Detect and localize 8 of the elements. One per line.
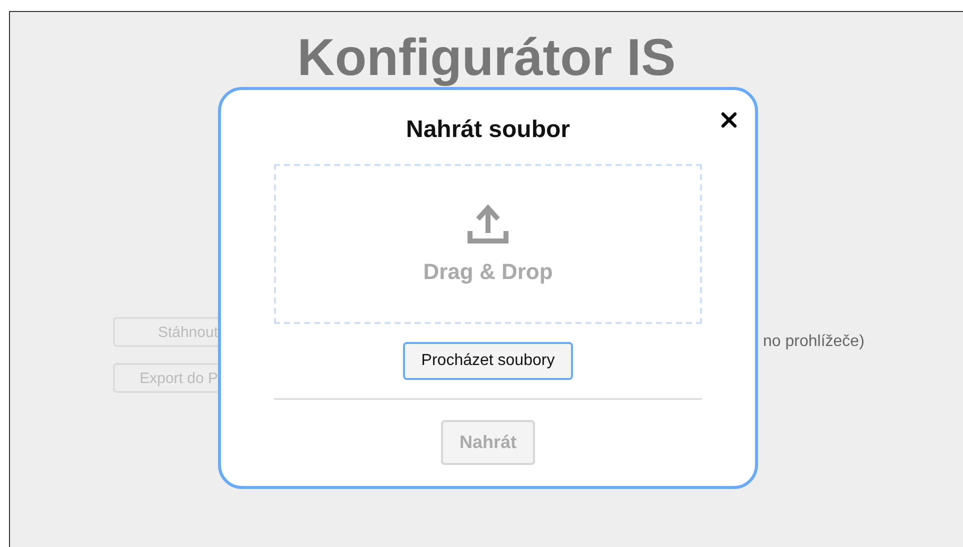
note-text: no prohlížeče) [763,333,864,352]
drop-zone[interactable]: Drag & Drop [274,164,702,324]
drop-label: Drag & Drop [423,259,553,285]
dialog-title: Nahrát soubor [406,116,570,144]
browse-button[interactable]: Procházet soubory [403,342,573,380]
page-title: Konfigurátor IS [296,30,677,86]
close-icon[interactable] [721,112,737,128]
upload-icon [466,203,510,245]
